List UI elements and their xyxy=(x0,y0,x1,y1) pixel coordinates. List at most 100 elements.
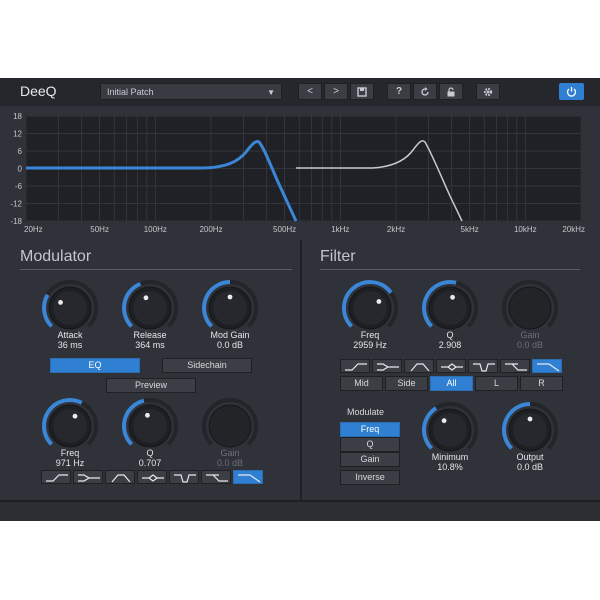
mod-filter-type-high-shelf-button[interactable] xyxy=(201,470,231,484)
filter-minimum-value: 10.8% xyxy=(437,462,463,472)
mod-eq-q-name: Q xyxy=(146,448,154,458)
channel-side-button[interactable]: Side xyxy=(385,376,428,391)
filter-minimum-label: Minimum 10.8% xyxy=(410,452,490,472)
mod-eq-freq-value: 971 Hz xyxy=(55,458,85,468)
filter-gain-name: Gain xyxy=(520,330,540,340)
mod-mod-gain-value: 0.0 dB xyxy=(216,340,244,350)
y-tick-label: -12 xyxy=(10,200,22,209)
mod-eq-gain-knob xyxy=(200,396,260,456)
inverse-button[interactable]: Inverse xyxy=(340,470,400,485)
channel-l-button[interactable]: L xyxy=(475,376,518,391)
high-shelf-icon xyxy=(206,474,228,482)
bell-cut-icon xyxy=(377,363,399,371)
filter-gain-label: Gain 0.0 dB xyxy=(490,330,570,350)
mod-eq-freq-label: Freq 971 Hz xyxy=(30,448,110,468)
mod-filter-type-low-pass-button[interactable] xyxy=(233,470,263,484)
mod-eq-gain-name: Gain xyxy=(220,448,240,458)
filter-q-knob[interactable] xyxy=(420,278,480,338)
mod-filter-type-band-pass-button[interactable] xyxy=(105,470,135,484)
filter-freq-label: Freq 2959 Hz xyxy=(330,330,410,350)
modulate-gain-option[interactable]: Gain xyxy=(340,452,400,467)
filter-output-name: Output xyxy=(516,452,544,462)
channel-all-button[interactable]: All xyxy=(430,376,473,391)
settings-button[interactable] xyxy=(476,83,500,100)
x-tick-label: 2kHz xyxy=(387,225,405,234)
prev-patch-button[interactable]: < xyxy=(298,83,322,100)
mod-eq-freq-knob[interactable] xyxy=(40,396,100,456)
low-shelf-icon xyxy=(345,363,367,371)
power-icon xyxy=(566,87,577,97)
y-tick-label: 6 xyxy=(18,147,23,156)
mod-release-name: Release xyxy=(133,330,167,340)
band-pass-icon xyxy=(410,363,430,372)
filter-gain-value: 0.0 dB xyxy=(516,340,544,350)
frequency-response-graph[interactable]: 18 12 6 0 -6 -12 -18 20Hz 50Hz 100Hz 200Hz 500Hz 1k… xyxy=(0,106,600,240)
channel-mid-button[interactable]: Mid xyxy=(340,376,383,391)
filter-divider xyxy=(320,269,580,270)
chevron-down-icon: ▼ xyxy=(267,88,275,97)
save-button[interactable] xyxy=(350,83,374,100)
sidechain-mode-button[interactable]: Sidechain xyxy=(162,358,252,373)
channel-r-button[interactable]: R xyxy=(520,376,563,391)
section-divider xyxy=(300,240,302,501)
mod-filter-type-low-shelf-button[interactable] xyxy=(41,470,71,484)
mod-attack-name: Attack xyxy=(57,330,83,340)
modulate-q-option[interactable]: Q xyxy=(340,437,400,452)
mod-release-knob[interactable] xyxy=(120,278,180,338)
help-button[interactable]: ? xyxy=(387,83,411,100)
x-axis-ticks: 20Hz 50Hz 100Hz 200Hz 500Hz 1kHz 2kHz 5kHz 10kHz… xyxy=(24,225,585,234)
filter-minimum-name: Minimum xyxy=(431,452,469,462)
eq-mode-button[interactable]: EQ xyxy=(50,358,140,373)
filter-freq-knob[interactable] xyxy=(340,278,400,338)
mod-eq-freq-name: Freq xyxy=(60,448,80,458)
x-tick-label: 5kHz xyxy=(461,225,479,234)
filter-freq-name: Freq xyxy=(360,330,380,340)
filter-type-band-pass-button[interactable] xyxy=(404,359,434,373)
preview-button[interactable]: Preview xyxy=(106,378,196,393)
modulator-title: Modulator xyxy=(20,248,92,265)
x-tick-label: 200Hz xyxy=(199,225,222,234)
x-tick-label: 20Hz xyxy=(24,225,43,234)
y-tick-label: -6 xyxy=(15,182,23,191)
gear-icon xyxy=(483,87,493,97)
filter-output-knob[interactable] xyxy=(500,400,560,460)
filter-type-band-reject-button[interactable] xyxy=(468,359,498,373)
filter-type-bell-cut-button[interactable] xyxy=(372,359,402,373)
power-button[interactable] xyxy=(559,83,584,100)
top-bar: DeeQ Initial Patch ▼ < > ? xyxy=(0,78,600,106)
modulate-label: Modulate xyxy=(347,407,385,417)
filter-type-low-pass-button[interactable] xyxy=(532,359,562,373)
x-tick-label: 1kHz xyxy=(331,225,349,234)
lock-button[interactable] xyxy=(439,83,463,100)
mod-filter-type-notch-button[interactable] xyxy=(137,470,167,484)
patch-selector[interactable]: Initial Patch ▼ xyxy=(100,83,282,100)
mod-filter-type-bell-cut-button[interactable] xyxy=(73,470,103,484)
bell-cut-icon xyxy=(78,474,100,482)
filter-q-value: 2.908 xyxy=(438,340,462,350)
mod-eq-q-label: Q 0.707 xyxy=(110,448,190,468)
x-tick-label: 10kHz xyxy=(514,225,537,234)
mod-filter-type-band-reject-button[interactable] xyxy=(169,470,199,484)
mod-eq-q-value: 0.707 xyxy=(138,458,162,468)
filter-output-value: 0.0 dB xyxy=(516,462,544,472)
next-patch-button[interactable]: > xyxy=(324,83,348,100)
filter-type-low-shelf-button[interactable] xyxy=(340,359,370,373)
x-tick-label: 100Hz xyxy=(144,225,167,234)
modulator-divider xyxy=(20,269,292,270)
notch-icon xyxy=(441,363,463,371)
filter-type-notch-button[interactable] xyxy=(436,359,466,373)
filter-output-label: Output 0.0 dB xyxy=(490,452,570,472)
y-axis-ticks: 18 12 6 0 -6 -12 -18 xyxy=(10,112,22,226)
filter-type-high-shelf-button[interactable] xyxy=(500,359,530,373)
mod-eq-q-knob[interactable] xyxy=(120,396,180,456)
mod-attack-knob[interactable] xyxy=(40,278,100,338)
refresh-button[interactable] xyxy=(413,83,437,100)
modulate-freq-option[interactable]: Freq xyxy=(340,422,400,437)
mod-mod-gain-label: Mod Gain 0.0 dB xyxy=(190,330,270,350)
refresh-icon xyxy=(421,87,429,96)
filter-minimum-knob[interactable] xyxy=(420,400,480,460)
filter-q-name: Q xyxy=(446,330,454,340)
mod-mod-gain-knob[interactable] xyxy=(200,278,260,338)
mod-release-label: Release 364 ms xyxy=(110,330,190,350)
low-pass-icon xyxy=(238,474,261,483)
